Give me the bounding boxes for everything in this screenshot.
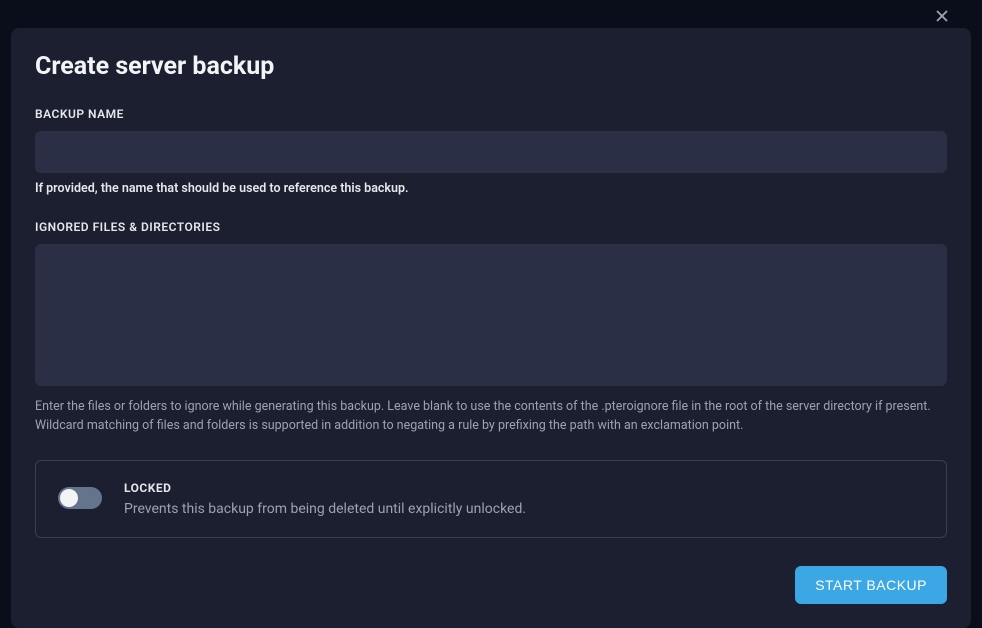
locked-description: Prevents this backup from being deleted … <box>124 501 924 517</box>
backup-name-input[interactable] <box>35 131 947 173</box>
locked-title: LOCKED <box>124 481 924 495</box>
locked-toggle[interactable] <box>58 487 102 509</box>
close-icon[interactable] <box>930 4 954 28</box>
modal-footer: START BACKUP <box>35 566 947 604</box>
start-backup-button[interactable]: START BACKUP <box>795 566 947 604</box>
toggle-knob <box>60 489 78 507</box>
backup-name-field: BACKUP NAME If provided, the name that s… <box>35 107 947 196</box>
locked-content: LOCKED Prevents this backup from being d… <box>124 481 924 517</box>
ignored-files-field: IGNORED FILES & DIRECTORIES Enter the fi… <box>35 220 947 436</box>
ignored-files-input[interactable] <box>35 244 947 386</box>
create-backup-modal: Create server backup BACKUP NAME If prov… <box>11 28 971 628</box>
backup-name-help: If provided, the name that should be use… <box>35 181 947 196</box>
locked-option-box: LOCKED Prevents this backup from being d… <box>35 460 947 538</box>
modal-title: Create server backup <box>35 52 947 81</box>
ignored-files-help: Enter the files or folders to ignore whi… <box>35 398 947 436</box>
ignored-files-label: IGNORED FILES & DIRECTORIES <box>35 220 947 234</box>
backup-name-label: BACKUP NAME <box>35 107 947 121</box>
